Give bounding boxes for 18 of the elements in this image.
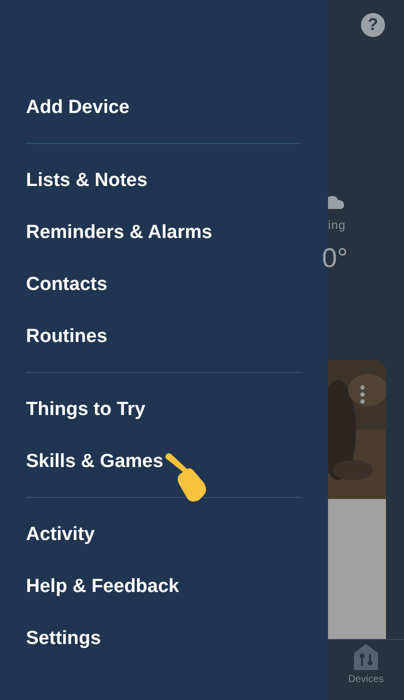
help-icon[interactable]: ? [361,13,385,37]
menu-item[interactable]: Contacts [26,274,108,294]
weather-label: ing [328,219,347,231]
menu-item[interactable]: Help & Feedback [26,576,180,596]
menu-item[interactable]: Add Device [26,98,130,116]
menu-item[interactable]: Lists & Notes [26,170,148,190]
devices-icon [354,644,378,670]
menu-item[interactable]: Skills & Games [26,452,164,470]
menu-item[interactable]: Settings [26,628,101,648]
menu-item[interactable]: Things to Try [26,400,146,418]
card[interactable] [328,360,386,639]
cloud-icon [328,195,344,211]
temperature: 0° [322,245,349,272]
more-icon[interactable] [360,385,365,404]
menu-item[interactable]: Reminders & Alarms [26,222,212,242]
pointing-hand-icon [163,452,207,504]
menu-item[interactable]: Routines [26,326,108,346]
menu-item[interactable]: Activity [26,524,95,544]
